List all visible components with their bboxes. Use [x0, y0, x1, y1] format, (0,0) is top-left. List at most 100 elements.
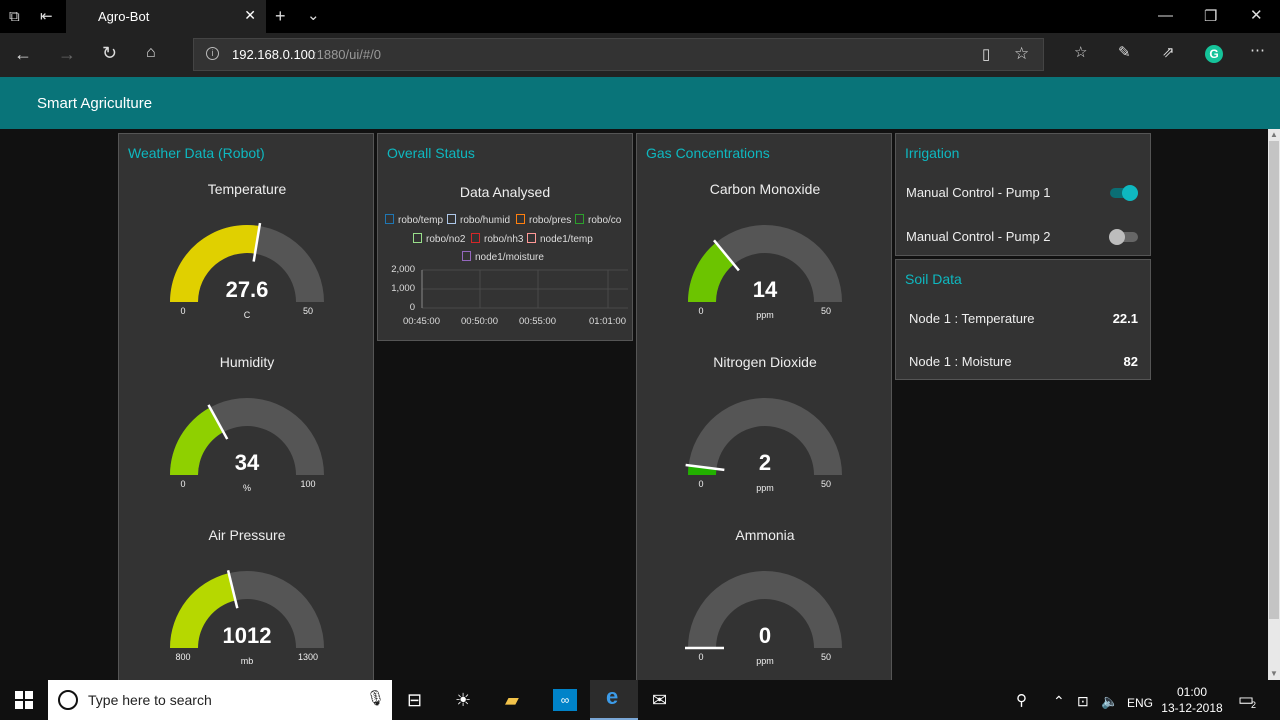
reading-view-icon[interactable]: ▯: [982, 47, 990, 63]
site-info-icon[interactable]: i: [206, 47, 219, 60]
gauge-title: Ammonia: [735, 527, 795, 543]
legend-item[interactable]: robo/temp: [385, 214, 443, 226]
home-icon[interactable]: ⌂: [146, 45, 156, 61]
new-tab-icon[interactable]: +: [275, 7, 286, 25]
gauge-min: 800: [175, 652, 191, 662]
gauge-value: 2: [758, 450, 772, 475]
gauge: Ammonia 0 ppm 0 50: [637, 520, 893, 680]
x-tick-label: 00:55:00: [519, 316, 556, 327]
refresh-icon[interactable]: ↻: [102, 44, 117, 62]
set-tabs-aside-icon[interactable]: ⇤: [40, 9, 53, 25]
clock-time: 01:00: [1176, 685, 1208, 699]
people-icon[interactable]: ⚲: [1016, 691, 1027, 711]
edge-taskbar-button[interactable]: e: [590, 680, 638, 720]
gauge-min: 0: [180, 306, 186, 316]
card-title: Irrigation: [905, 145, 960, 161]
legend-item[interactable]: node1/moisture: [462, 251, 544, 263]
tab-actions-icon[interactable]: ⧉: [9, 9, 20, 25]
pump-2-toggle[interactable]: [1109, 229, 1138, 245]
scrollbar-thumb[interactable]: [1269, 141, 1279, 619]
back-icon[interactable]: ←: [14, 45, 32, 63]
gauge: Air Pressure 1012 mb 800 1300: [119, 520, 375, 680]
legend-swatch: [516, 214, 525, 224]
web-note-pen-icon[interactable]: ✎: [1118, 45, 1131, 61]
show-hidden-icons-chevron-icon[interactable]: ⌃: [1053, 691, 1065, 711]
legend-item[interactable]: robo/nh3: [471, 233, 523, 245]
gauge-value: 14: [752, 277, 778, 302]
grammarly-extension-icon[interactable]: G: [1205, 45, 1223, 63]
legend-label: robo/co: [588, 215, 622, 226]
soil-moisture-label: Node 1 : Moisture: [909, 354, 1012, 369]
legend-item[interactable]: node1/temp: [527, 233, 593, 245]
scroll-up-arrow-icon[interactable]: ▲: [1270, 130, 1278, 139]
gauge-unit: ppm: [756, 483, 774, 493]
arduino-app-icon[interactable]: ∞: [553, 689, 577, 711]
legend-swatch: [575, 214, 584, 224]
notification-count: 2: [1251, 700, 1257, 710]
window-close-icon[interactable]: ✕: [1250, 8, 1263, 24]
file-explorer-icon[interactable]: ▰: [505, 690, 519, 710]
sun-app-icon[interactable]: ☀: [455, 690, 471, 710]
gauge-title: Air Pressure: [208, 527, 286, 543]
page-scrollbar[interactable]: ▲ ▼: [1268, 129, 1280, 680]
minimize-icon[interactable]: —: [1158, 8, 1173, 24]
share-icon[interactable]: ⇗: [1162, 45, 1175, 61]
card-title: Gas Concentrations: [646, 145, 770, 161]
gauge-value: 0: [758, 623, 772, 648]
gauge-unit: ppm: [756, 656, 774, 666]
dashboard-header: Smart Agriculture: [0, 77, 1280, 129]
legend-label: robo/no2: [426, 234, 466, 245]
legend-item[interactable]: robo/humid: [447, 214, 510, 226]
network-icon[interactable]: ⊡: [1077, 691, 1089, 711]
microphone-icon[interactable]: 🎙: [366, 689, 385, 707]
browser-tab[interactable]: Agro-Bot ✕: [66, 0, 266, 33]
gauge-max: 50: [820, 652, 831, 662]
tab-preview-chevron-icon[interactable]: ⌄: [307, 8, 320, 24]
favorites-hub-icon[interactable]: ☆: [1074, 45, 1087, 61]
input-language[interactable]: ENG: [1127, 693, 1153, 713]
gauge-min: 0: [698, 306, 704, 316]
legend-label: robo/pres: [529, 215, 572, 226]
y-tick-label: 1,000: [391, 283, 415, 294]
scroll-down-arrow-icon[interactable]: ▼: [1270, 669, 1278, 678]
forward-icon[interactable]: →: [58, 45, 76, 63]
browser-tab-strip: ⧉ ⇤ Agro-Bot ✕ + ⌄ — ❐ ✕: [0, 0, 1280, 33]
legend-label: node1/temp: [540, 234, 593, 245]
gauge-max: 50: [302, 306, 313, 316]
legend-item[interactable]: robo/co: [575, 214, 621, 226]
taskbar-search-box[interactable]: Type here to search 🎙: [48, 680, 392, 720]
more-menu-icon[interactable]: ⋯: [1250, 43, 1265, 59]
mail-icon[interactable]: ✉: [652, 690, 667, 710]
taskbar-clock[interactable]: 01:00 13-12-2018: [1160, 684, 1224, 716]
gauge-min: 0: [698, 652, 704, 662]
pump-1-toggle[interactable]: [1110, 185, 1138, 201]
chart-title: Data Analysed: [459, 184, 551, 200]
close-tab-icon[interactable]: ✕: [244, 7, 256, 24]
legend-label: robo/nh3: [484, 234, 524, 245]
restore-icon[interactable]: ❐: [1204, 9, 1217, 25]
legend-label: robo/temp: [398, 215, 444, 226]
toggle-knob: [1122, 185, 1138, 201]
task-view-icon[interactable]: ⊟: [407, 690, 422, 710]
x-tick-label: 00:50:00: [461, 316, 498, 327]
legend-item[interactable]: robo/no2: [413, 233, 465, 245]
legend-swatch: [471, 233, 480, 243]
legend-swatch: [527, 233, 536, 243]
gauge-unit: %: [242, 483, 251, 493]
gauge-max: 50: [820, 306, 831, 316]
favorite-star-icon[interactable]: ☆: [1014, 45, 1029, 62]
address-bar[interactable]: i 192.168.0.100 :1880/ui/#/0 ▯ ☆: [193, 38, 1044, 71]
gauge-unit: C: [243, 310, 251, 320]
url-host: 192.168.0.100: [232, 47, 316, 62]
legend-swatch: [385, 214, 394, 224]
legend-swatch: [413, 233, 422, 243]
volume-icon[interactable]: 🔈: [1101, 691, 1118, 711]
legend-item[interactable]: robo/pres: [516, 214, 571, 226]
windows-start-icon[interactable]: [15, 691, 33, 709]
soil-temperature-label: Node 1 : Temperature: [909, 311, 1035, 326]
card-title: Soil Data: [905, 271, 962, 287]
weather-card: Weather Data (Robot) Temperature 27.6 C 0 50…: [118, 133, 374, 680]
page-title: Smart Agriculture: [37, 95, 153, 112]
soil-data-card: Soil Data Node 1 : Temperature 22.1 Node…: [895, 259, 1151, 380]
gauge: Humidity 34% 0 100: [119, 347, 375, 520]
